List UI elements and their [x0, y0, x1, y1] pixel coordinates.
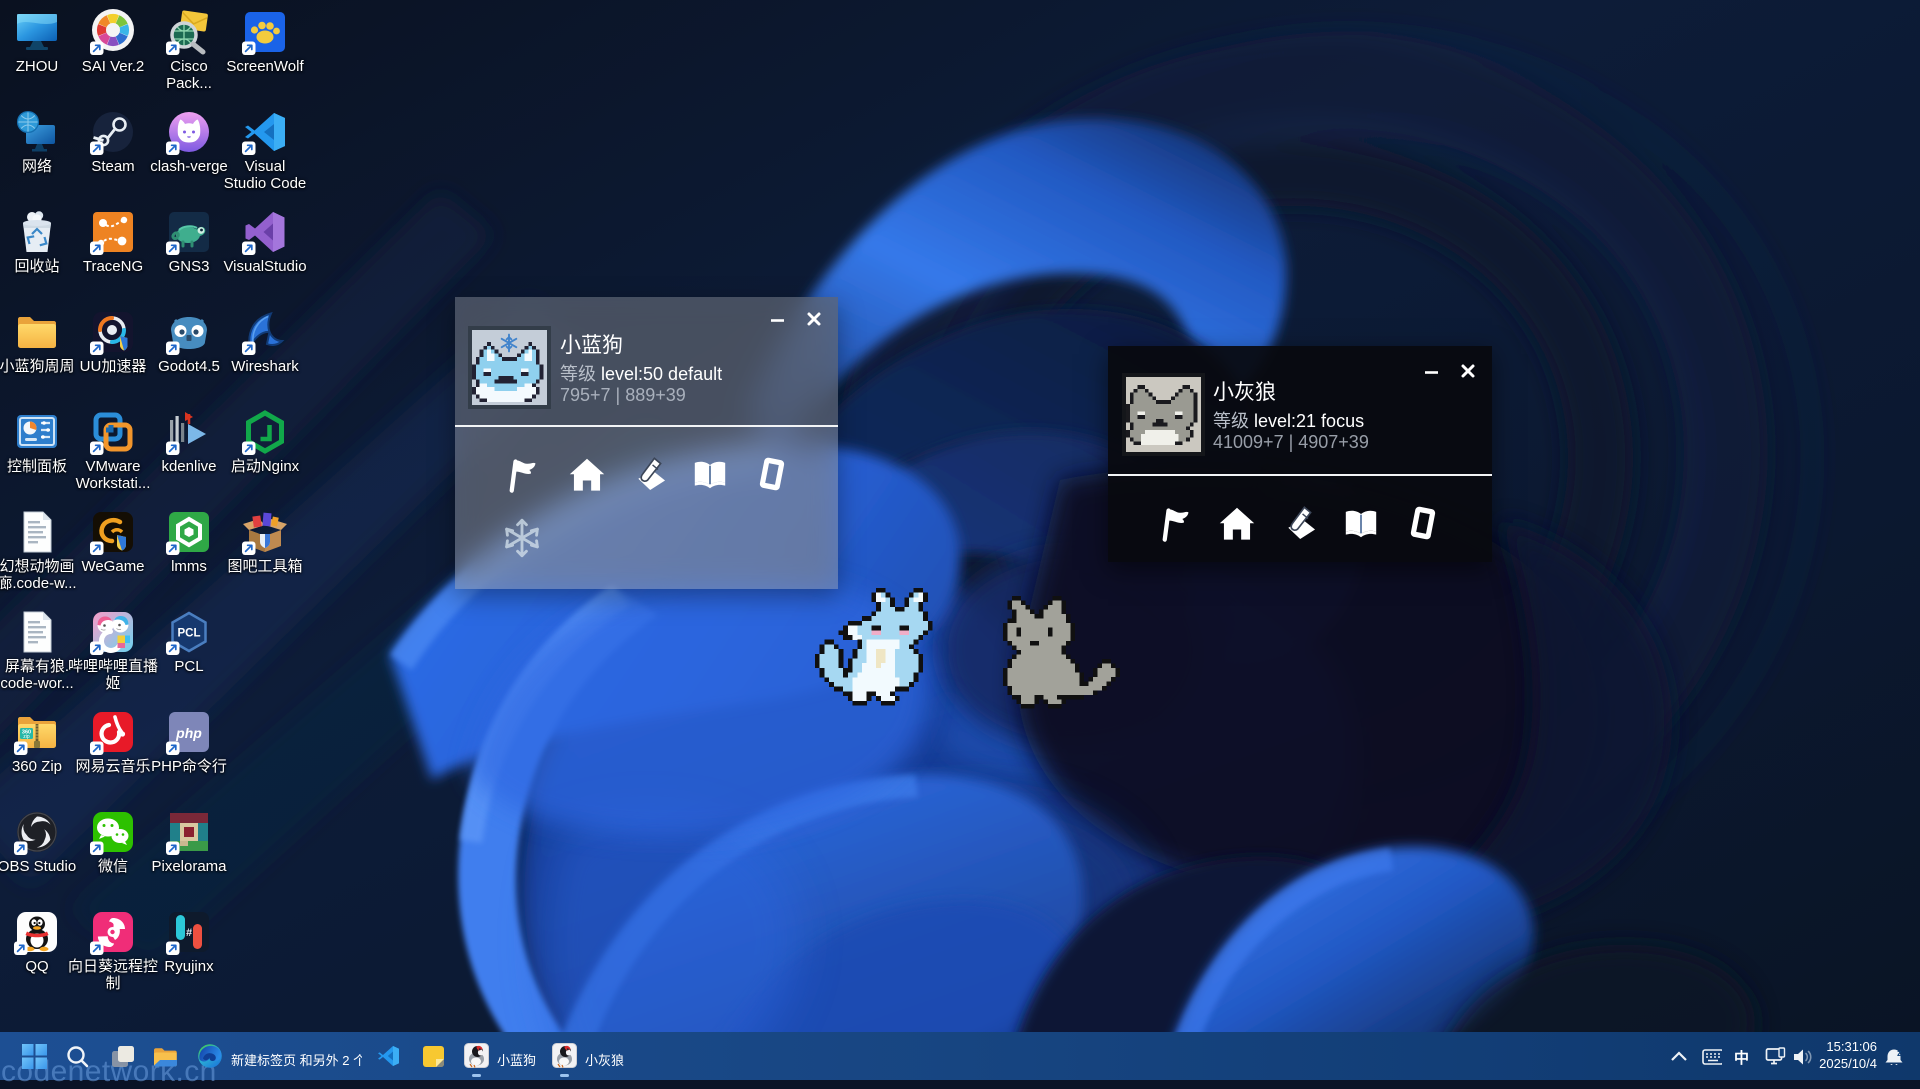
svg-text:#: #	[186, 927, 192, 939]
svg-text:PCL: PCL	[178, 628, 201, 640]
svg-text:php: php	[175, 725, 202, 741]
svg-text:z: z	[1897, 1048, 1902, 1058]
svg-text:zip: zip	[23, 734, 30, 740]
